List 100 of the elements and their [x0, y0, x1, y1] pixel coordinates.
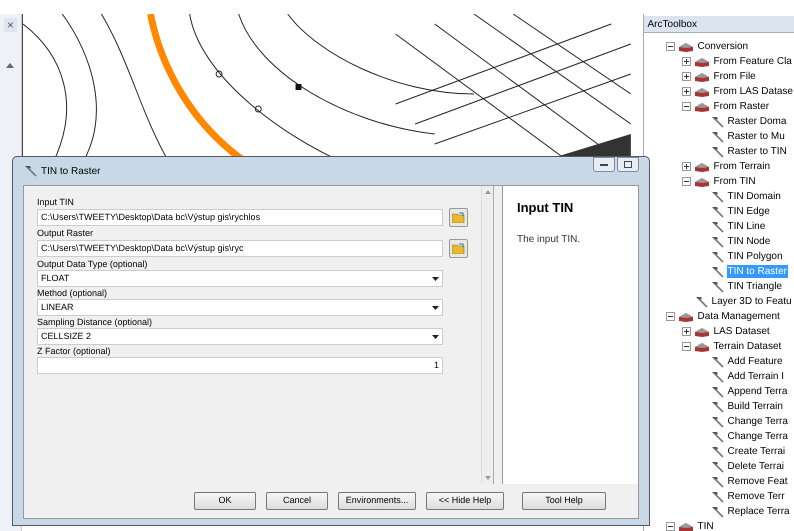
toolbox-icon [694, 176, 710, 188]
tree-item[interactable]: TIN Edge [726, 205, 771, 218]
field-label: Sampling Distance (optional) [37, 316, 154, 328]
toolbox-icon [694, 160, 710, 172]
tree-item[interactable]: TIN Line [726, 220, 766, 233]
dropdown-field[interactable]: FLOAT [37, 270, 443, 287]
hammer-icon [710, 146, 724, 158]
tree-item[interactable]: Layer 3D to Featu [710, 295, 793, 308]
collapse-icon[interactable] [682, 177, 691, 186]
folder-icon [452, 243, 465, 254]
tree-item[interactable]: Add Terrain I [726, 370, 786, 383]
hammer-icon [694, 296, 708, 308]
dialog-button[interactable]: Cancel [266, 492, 328, 510]
scroll-up-icon[interactable] [6, 62, 14, 68]
hammer-icon [710, 476, 724, 488]
hammer-icon [710, 400, 724, 412]
tree-item[interactable]: Build Terrain [726, 400, 784, 413]
tree-item[interactable]: Replace Terra [726, 505, 791, 518]
hammer-icon [710, 386, 724, 398]
input-field[interactable]: 1 [37, 357, 443, 374]
toolbox-icon [694, 86, 710, 98]
collapse-icon[interactable] [666, 42, 675, 51]
tree-item[interactable]: Change Terra [726, 430, 789, 443]
tree-item[interactable]: TIN Node [726, 235, 772, 248]
tree-item[interactable]: Remove Feat [726, 475, 789, 488]
field-label: Output Raster [37, 227, 94, 239]
tree-item[interactable]: TIN [696, 520, 715, 531]
tree-item[interactable]: Conversion [696, 40, 750, 53]
minimize-icon [600, 163, 608, 166]
tree-item[interactable]: TIN Domain [726, 190, 782, 203]
tree-item[interactable]: Add Feature [726, 355, 784, 368]
hammer-icon [710, 116, 724, 128]
dialog-button[interactable]: OK [194, 492, 256, 510]
hammer-icon [710, 430, 724, 442]
tree-item[interactable]: Change Terra [726, 415, 789, 428]
hammer-icon [710, 506, 724, 518]
collapse-icon[interactable] [666, 312, 675, 321]
tree-item[interactable]: Create Terrai [726, 445, 786, 458]
hammer-icon [710, 490, 724, 502]
tree-item[interactable]: From TIN [712, 175, 757, 188]
hammer-icon [710, 236, 724, 248]
dialog-button[interactable]: Tool Help [522, 492, 606, 510]
collapse-icon[interactable] [682, 102, 691, 111]
tree-item[interactable]: From Terrain [712, 160, 772, 173]
collapse-icon[interactable] [666, 522, 675, 531]
hammer-icon [710, 370, 724, 382]
dialog-title: TIN to Raster [41, 164, 100, 178]
toolbox-icon [678, 520, 694, 531]
folder-icon [452, 212, 465, 223]
input-field[interactable]: C:\Users\TWEETY\Desktop\Data bc\Výstup gis\rychlos [37, 209, 443, 226]
tree-item[interactable]: Append Terra [726, 385, 788, 398]
field-label: Input TIN [37, 196, 75, 208]
tree-item[interactable]: From Raster [712, 100, 770, 113]
minimize-button[interactable] [593, 157, 615, 172]
expand-icon[interactable] [682, 87, 691, 96]
toolbox-icon [678, 310, 694, 322]
field-label: Z Factor (optional) [37, 345, 112, 357]
expand-icon[interactable] [682, 57, 691, 66]
toolbox-icon [694, 56, 710, 68]
hammer-icon [710, 416, 724, 428]
dialog-button[interactable]: << Hide Help [426, 492, 504, 510]
tree-item[interactable]: Raster Doma [726, 115, 788, 128]
toolbox-icon [694, 100, 710, 112]
tree-item[interactable]: Raster to Mu [726, 130, 786, 143]
hammer-icon [710, 356, 724, 368]
tree-item[interactable]: From File [712, 70, 757, 83]
tree-item[interactable]: Data Management [696, 310, 781, 323]
hammer-icon [710, 460, 724, 472]
panel-title: ArcToolbox [644, 16, 794, 33]
browse-button[interactable] [449, 239, 468, 258]
hammer-icon [710, 266, 724, 278]
tree-item[interactable]: TIN Triangle [726, 280, 783, 293]
hammer-icon [710, 280, 724, 292]
tree-item[interactable]: Terrain Dataset [712, 340, 782, 353]
collapse-icon[interactable] [682, 342, 691, 351]
toolbox-icon [694, 326, 710, 338]
toolbox-icon [694, 70, 710, 82]
close-button[interactable]: × [4, 18, 17, 32]
expand-icon[interactable] [682, 327, 691, 336]
browse-button[interactable] [449, 208, 468, 227]
dropdown-arrow-icon [432, 334, 439, 338]
input-field[interactable]: C:\Users\TWEETY\Desktop\Data bc\Výstup gis\ryc [37, 240, 443, 257]
toolbox-icon [678, 40, 694, 52]
expand-icon[interactable] [682, 162, 691, 171]
dropdown-field[interactable]: LINEAR [37, 299, 443, 316]
tree-item[interactable]: LAS Dataset [712, 325, 771, 338]
expand-icon[interactable] [682, 72, 691, 81]
tree-item[interactable]: TIN Polygon [726, 250, 784, 263]
hammer-icon [710, 220, 724, 232]
tree-item[interactable]: Raster to TIN [726, 145, 788, 158]
tree-item[interactable]: Delete Terrai [726, 460, 786, 473]
tree-item[interactable]: From LAS Datase [712, 85, 794, 98]
maximize-button[interactable] [617, 157, 639, 172]
field-label: Output Data Type (optional) [37, 258, 148, 270]
tree-item[interactable]: From Feature Cla [712, 55, 793, 68]
help-title: Input TIN [517, 199, 574, 217]
dialog-button[interactable]: Environments... [338, 492, 416, 510]
tree-item[interactable]: Remove Terr [726, 490, 786, 503]
dropdown-field[interactable]: CELLSIZE 2 [37, 328, 443, 345]
hammer-icon [710, 190, 724, 202]
